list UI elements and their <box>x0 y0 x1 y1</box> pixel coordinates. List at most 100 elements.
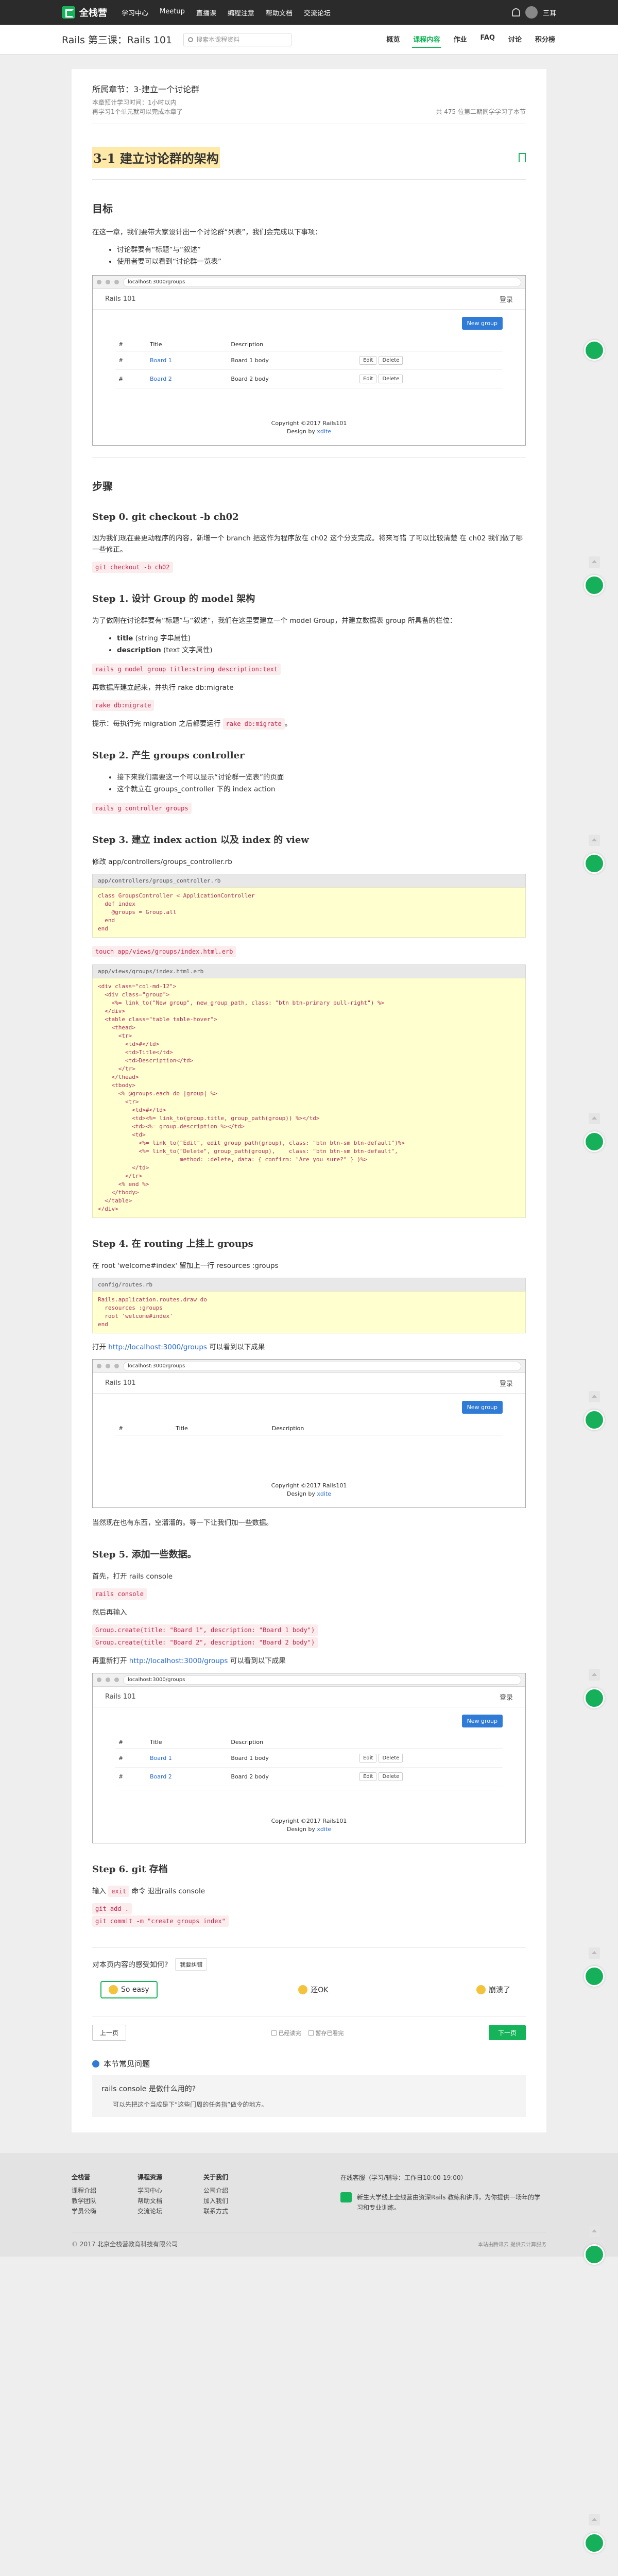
goal-item: 使用者要可以看到“讨论群一览表” <box>117 256 526 268</box>
mark-later-checkbox[interactable]: 暂存已看完 <box>308 2029 344 2037</box>
goal-intro: 在这一章，我们要带大家设计出一个讨论群“列表”，我们会完成以下事项： <box>92 228 322 236</box>
scroll-top-icon[interactable] <box>589 2514 600 2526</box>
search-icon <box>188 37 194 42</box>
mark-read-checkbox[interactable]: 已经读完 <box>271 2029 301 2037</box>
float-chat-group <box>584 340 605 361</box>
table-row: # Board 1 Board 1 body Edit Delete <box>115 351 503 370</box>
localhost-link[interactable]: http://localhost:3000/groups <box>108 1343 207 1351</box>
prev-page-button[interactable]: 上一页 <box>92 2025 127 2041</box>
steps-heading: 步骤 <box>92 480 113 493</box>
chat-icon[interactable] <box>584 575 605 596</box>
chat-icon[interactable] <box>584 340 605 361</box>
step3-title: Step 3. 建立 index action 以及 index 的 view <box>92 835 309 845</box>
nav-link-help[interactable]: 帮助文档 <box>266 8 293 18</box>
nav-link-learning[interactable]: 学习中心 <box>122 8 148 18</box>
scroll-top-icon[interactable] <box>589 1113 600 1124</box>
chat-icon[interactable] <box>584 2533 605 2553</box>
file-label: app/controllers/groups_controller.rb <box>92 874 526 887</box>
chat-icon[interactable] <box>584 1966 605 1987</box>
tab-faq[interactable]: FAQ <box>479 31 496 48</box>
command: git checkout -b ch02 <box>92 562 173 573</box>
step0-title: Step 0. git checkout -b ch02 <box>92 512 239 522</box>
tab-discussion[interactable]: 讨论 <box>507 31 523 48</box>
nav-link-meetup[interactable]: Meetup <box>160 8 185 18</box>
tab-leaderboard[interactable]: 积分榜 <box>534 31 556 48</box>
user-name[interactable]: 三耳 <box>543 8 556 18</box>
browser-screenshot: localhost:3000/groups Rails 101 登录 New gr… <box>92 1359 526 1508</box>
step2-title: Step 2. 产生 groups controller <box>92 750 245 761</box>
command: rake db:migrate <box>92 700 154 711</box>
command: touch app/views/groups/index.html.erb <box>92 946 236 957</box>
feedback-ok[interactable]: 还OK <box>291 1981 335 1998</box>
site-footer: 全栈营 课程介绍 教学团队 学员公嗨 课程资源 学习中心 帮助文档 交流论坛 关于我们 公司介… <box>0 2153 618 2257</box>
localhost-link[interactable]: http://localhost:3000/groups <box>129 1657 228 1665</box>
course-title: Rails 第三课：Rails 101 <box>62 35 173 46</box>
nav-link-forum[interactable]: 交流论坛 <box>304 8 331 18</box>
feedback-panel: 对本页内容的感受如何? 我要纠错 So easy 还OK 崩溃了 <box>92 1947 526 1998</box>
lesson-content: 所属章节：3-建立一个讨论群 本章预计学习时间：1小时以内 再学习1个单元就可以完… <box>72 69 546 2132</box>
sad-face-icon <box>476 1985 486 1994</box>
avatar[interactable] <box>525 6 538 19</box>
app-title: Rails 101 <box>105 295 136 303</box>
next-page-button[interactable]: 下一页 <box>488 2025 526 2040</box>
tab-content[interactable]: 课程内容 <box>412 31 441 48</box>
code-block: class GroupsController < ApplicationCont… <box>92 887 526 938</box>
feedback-hard[interactable]: 崩溃了 <box>469 1981 518 1998</box>
login-link: 登录 <box>499 296 513 304</box>
chapter-progress: 再学习1个单元就可以完成本章了 <box>92 108 183 115</box>
footer-logo-icon <box>340 2192 352 2202</box>
file-label: app/views/groups/index.html.erb <box>92 964 526 978</box>
search-input[interactable]: 搜索本课程资料 <box>183 32 292 46</box>
scroll-top-icon[interactable] <box>589 1391 600 1402</box>
question-icon <box>92 2060 99 2067</box>
chat-icon[interactable] <box>584 1688 605 1708</box>
lesson-title: 3-1 建立讨论群的架构 <box>92 147 220 168</box>
faq-question[interactable]: rails console 是做什么用的? <box>101 2083 517 2094</box>
goal-item: 讨论群要有“标题”与“叙述” <box>117 244 526 256</box>
code-block: Rails.application.routes.draw do resourc… <box>92 1291 526 1333</box>
nav-link-live[interactable]: 直播课 <box>196 8 216 18</box>
scroll-top-icon[interactable] <box>589 556 600 568</box>
goal-heading: 目标 <box>92 202 113 215</box>
scroll-top-icon[interactable] <box>589 2226 600 2237</box>
step4-title: Step 4. 在 routing 上挂上 groups <box>92 1239 253 1249</box>
chat-icon[interactable] <box>584 1410 605 1430</box>
chapter-est-time: 本章预计学习时间：1小时以内 <box>92 99 177 106</box>
scroll-top-icon[interactable] <box>589 835 600 846</box>
step1-title: Step 1. 设计 Group 的 model 架构 <box>92 594 255 604</box>
course-bar: Rails 第三课：Rails 101 搜索本课程资料 概览 课程内容 作业 F… <box>0 25 618 55</box>
chapter-label: 所属章节：3-建立一个讨论群 <box>92 84 199 94</box>
top-nav: 全栈营 学习中心 Meetup 直播课 编程注意 帮助文档 交流论坛 三耳 <box>0 0 618 25</box>
faq-answer: 可以先把这个当成是下“这些门周的任务指”做令的地方。 <box>113 2101 268 2108</box>
code-block: <div class="col-md-12"> <div class="grou… <box>92 978 526 1218</box>
step6-title: Step 6. git 存档 <box>92 1864 168 1875</box>
copyright: © 2017 北京全栈营教育科技有限公司 <box>72 2241 178 2248</box>
command: rails console <box>92 1588 147 1600</box>
neutral-face-icon <box>298 1985 308 1994</box>
smile-icon <box>109 1985 118 1994</box>
file-label: config/routes.rb <box>92 1278 526 1291</box>
scroll-top-icon[interactable] <box>589 1669 600 1681</box>
learner-count: 共 475 位第二期同学学习了本节 <box>436 108 526 115</box>
brand-logo[interactable]: 全栈营 <box>62 6 107 19</box>
step5-title: Step 5. 添加一些数据。 <box>92 1549 197 1560</box>
bookmark-icon[interactable] <box>519 152 526 162</box>
chat-icon[interactable] <box>584 1131 605 1152</box>
nav-link-notes[interactable]: 编程注意 <box>228 8 254 18</box>
feedback-easy[interactable]: So easy <box>100 1981 158 1998</box>
groups-table: # Title Description # Board 1 Board 1 body Ed… <box>115 338 503 388</box>
contact-info[interactable]: 在线客服（学习/辅导：工作日10:00-19:00） <box>340 2173 546 2183</box>
pager: 上一页 已经读完 暂存已看完 下一页 <box>92 2016 526 2041</box>
chat-icon[interactable] <box>584 853 605 874</box>
browser-screenshot: localhost:3000/groups Rails 101 登录 New gr… <box>92 275 526 446</box>
browser-screenshot: localhost:3000/groups Rails 101 登录 New gr… <box>92 1673 526 1843</box>
command: Group.create(title: "Board 1", descripti… <box>92 1624 318 1636</box>
command: git commit -m "create groups index" <box>92 1916 229 1927</box>
command: rails g controller groups <box>92 803 192 814</box>
tab-homework[interactable]: 作业 <box>452 31 468 48</box>
chat-icon[interactable] <box>584 2244 605 2265</box>
report-error-button[interactable]: 我要纠错 <box>175 1958 208 1971</box>
tab-overview[interactable]: 概览 <box>385 31 401 48</box>
bell-icon[interactable] <box>511 8 520 16</box>
scroll-top-icon[interactable] <box>589 1947 600 1959</box>
